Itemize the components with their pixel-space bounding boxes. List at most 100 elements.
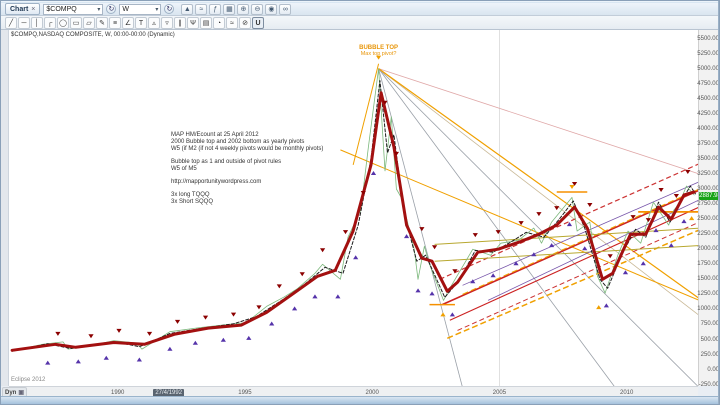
window-right-edge [718, 1, 719, 405]
trendline-tool[interactable]: ╱ [5, 17, 17, 29]
current-price-tag: 2887.98 [699, 192, 720, 200]
pivot-low-markers [104, 356, 109, 360]
pivot-low-markers [269, 321, 274, 325]
compare-icon[interactable]: ≈ [195, 4, 207, 15]
fib-retracement-tool[interactable]: ≡ [109, 17, 121, 29]
major-bottom-markers [596, 305, 601, 309]
text-tool[interactable]: T [135, 17, 147, 29]
annotation-line: 3x Short SQQQ [171, 199, 323, 206]
pivot-high-markers [658, 188, 663, 192]
price-plot[interactable] [9, 30, 698, 386]
pivot-low-markers [353, 255, 358, 259]
price-axis-label: 5250.00 [697, 51, 719, 57]
channel-tool[interactable]: ∥ [174, 17, 186, 29]
orange-peak-leg [353, 64, 378, 165]
pivot-low-markers [335, 294, 340, 298]
zoom-in-icon[interactable]: ⊕ [237, 4, 249, 15]
chart-title: $COMPQ,NASDAQ COMPOSITE, W, 00:00-00:00 … [11, 32, 175, 38]
pivot-low-markers [681, 219, 686, 223]
pivot-low-markers [292, 306, 297, 310]
tab-chart[interactable]: Chart × [5, 3, 40, 15]
pivot-high-markers [419, 227, 424, 231]
interval-combo[interactable]: W ▾ [119, 4, 161, 15]
pivot-low-markers [653, 228, 658, 232]
magnet-toggle[interactable]: U [252, 17, 264, 29]
pivot-high-markers [608, 254, 613, 258]
window-bottom-bar[interactable] [1, 396, 720, 404]
symbol-combo[interactable]: $COMPQ ▾ [43, 4, 103, 15]
vertical-line-tool[interactable]: │ [31, 17, 43, 29]
price-axis[interactable]: 2887.98 5500.005250.005000.004750.004500… [698, 30, 720, 386]
price-axis-label: 4250.00 [697, 111, 719, 117]
refresh-symbol-icon[interactable]: ↻ [106, 4, 116, 14]
curve-tool[interactable]: ≈ [226, 17, 238, 29]
arrow-up-tool[interactable]: ▵ [148, 17, 160, 29]
symbol-value: $COMPQ [46, 6, 76, 13]
gann-grid-tool[interactable]: ▤ [200, 17, 212, 29]
pivot-high-markers [203, 316, 208, 320]
chart-style-icon[interactable]: ▲ [181, 4, 193, 15]
rectangle-tool[interactable]: ▭ [70, 17, 82, 29]
ellipse-tool[interactable]: ◯ [57, 17, 69, 29]
horizontal-line-tool[interactable]: ─ [18, 17, 30, 29]
ma-fast-line [12, 81, 695, 352]
fan-line-2 [379, 69, 616, 386]
pivot-high-markers [256, 305, 261, 309]
price-axis-label: 1750.00 [697, 261, 719, 267]
price-axis-label: 250.00 [701, 352, 719, 358]
studies-icon[interactable]: ƒ [209, 4, 221, 15]
pivot-high-markers [320, 248, 325, 252]
pivot-low-markers [193, 341, 198, 345]
link-icon[interactable]: ∞ [279, 4, 291, 15]
price-axis-label: 2750.00 [697, 201, 719, 207]
bubble-sub-label: Max top pivot? [339, 51, 419, 57]
orange-ray-2 [340, 150, 698, 301]
price-axis-label: 2000.00 [697, 246, 719, 252]
fib-fan-tool[interactable]: ∠ [122, 17, 134, 29]
chevron-down-icon: ▾ [97, 6, 100, 13]
pivot-high-markers [587, 203, 592, 207]
orange-ray-1 [379, 69, 698, 299]
pivot-high-markers [685, 170, 690, 174]
zoom-out-icon[interactable]: ⊖ [251, 4, 263, 15]
pivot-low-markers [669, 243, 674, 247]
pivot-low-markers [312, 294, 317, 298]
snapshot-icon[interactable]: ◉ [265, 4, 277, 15]
price-axis-label: 3750.00 [697, 141, 719, 147]
eraser-tool[interactable]: ⊘ [239, 17, 251, 29]
pivot-high-markers [432, 245, 437, 249]
cycle-tool[interactable]: ◔ [213, 17, 225, 29]
tab-close-icon[interactable]: × [31, 6, 35, 13]
pivot-low-markers [76, 359, 81, 363]
pivot-high-markers [300, 272, 305, 276]
bubble-top-annotation: BUBBLE TOP Max top pivot? [339, 45, 419, 57]
pitchfork-tool[interactable]: Ψ [187, 17, 199, 29]
price-axis-label: 1000.00 [697, 306, 719, 312]
arrow-down-tool[interactable]: ▿ [161, 17, 173, 29]
drawing-toolbar: ╱─│┌◯▭▱✎≡∠T▵▿∥Ψ▤◔≈⊘U [1, 16, 720, 30]
fan-line-4 [379, 69, 698, 316]
pivot-low-markers [641, 261, 646, 265]
annotation-line: 2000 Bubble top and 2002 bottom as yearl… [171, 139, 323, 146]
pivot-low-markers [246, 336, 251, 340]
major-bottom-markers [689, 216, 694, 220]
pivot-low-markers [604, 303, 609, 307]
marker-tool[interactable]: ✎ [96, 17, 108, 29]
pivot-high-markers [473, 233, 478, 237]
channel-orange-dashed-mid [463, 189, 698, 294]
refresh-interval-icon[interactable]: ↻ [164, 4, 174, 14]
pivot-low-markers [582, 246, 587, 250]
chart-pane[interactable]: $COMPQ,NASDAQ COMPOSITE, W, 00:00-00:00 … [9, 30, 698, 386]
grid-icon[interactable]: ▦ [223, 4, 235, 15]
ray-tool[interactable]: ┌ [44, 17, 56, 29]
price-axis-label: 2250.00 [697, 231, 719, 237]
price-axis-label: 4750.00 [697, 81, 719, 87]
analyst-annotation: MAP HM/Ecount at 25 April 20122000 Bubbl… [171, 132, 323, 206]
pivot-low-markers [221, 338, 226, 342]
price-axis-label: -250.00 [699, 382, 719, 388]
annotation-line: http://mapportunitywordpress.com [171, 179, 323, 186]
pivot-low-markers [137, 358, 142, 362]
calendar-icon: ▣ [18, 389, 24, 396]
polyline-tool[interactable]: ▱ [83, 17, 95, 29]
annotation-line: Bubble top as 1 and outside of pivot rul… [171, 159, 323, 166]
